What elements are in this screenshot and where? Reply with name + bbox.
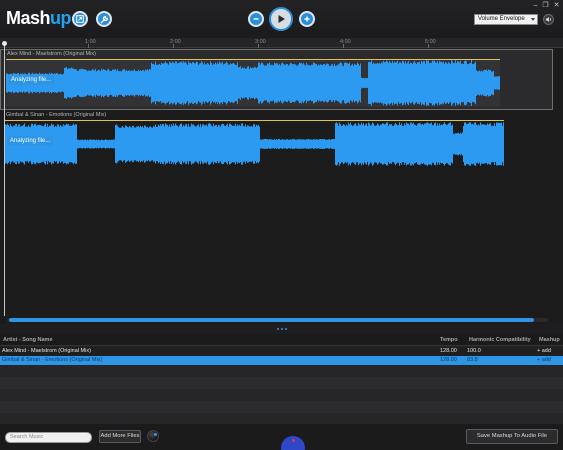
- add-to-mashup-button[interactable]: + add: [537, 347, 551, 356]
- tempo-cell: 128.00: [440, 348, 457, 354]
- save-mashup-button[interactable]: Save Mashup To Audio File: [466, 429, 558, 444]
- empty-row: [0, 401, 563, 413]
- volume-knob[interactable]: [147, 430, 159, 442]
- table-header: Artist - Song Name Tempo Harmonic Compat…: [0, 334, 563, 346]
- waveform: [6, 60, 500, 106]
- tick-mark: [258, 44, 259, 48]
- tick-label: 5:00: [425, 39, 436, 45]
- waveform-editor: 1:00 2:00 3:00 4:00 5:00 Alex Mind - Mae…: [0, 38, 563, 324]
- track-row[interactable]: Gimbal & Sinan - Emotions (Original Mix)…: [0, 111, 553, 172]
- analyzing-badge: Analyzing file...: [7, 136, 54, 146]
- tick-mark: [428, 44, 429, 48]
- toolbar: Mashup – ❐ ✕ Volume Envelope: [0, 0, 563, 38]
- song-table: Artist - Song Name Tempo Harmonic Compat…: [0, 334, 563, 424]
- column-header-tempo[interactable]: Tempo: [440, 337, 458, 343]
- harmonic-cell: 83.8: [467, 357, 478, 363]
- table-row[interactable]: Alex Mind - Maelstrom (Original Mix) 128…: [0, 347, 563, 356]
- playhead[interactable]: [4, 42, 5, 320]
- tick-label: 2:00: [170, 39, 181, 45]
- table-row[interactable]: Gimbal & Sinan - Emotions (Original Mix)…: [0, 356, 563, 365]
- add-more-files-label: Add More Files: [100, 433, 140, 439]
- track-title: Alex Mind - Maelstrom (Original Mix): [7, 51, 96, 57]
- grip-dot: [280, 328, 283, 330]
- save-mashup-label: Save Mashup To Audio File: [476, 433, 548, 439]
- scrollbar-thumb[interactable]: [9, 318, 534, 322]
- minimize-button[interactable]: –: [531, 2, 540, 9]
- empty-row: [0, 389, 563, 401]
- tempo-cell: 128.00: [440, 357, 457, 363]
- settings-button[interactable]: [96, 11, 112, 27]
- column-header-mashup[interactable]: Mashup: [539, 337, 560, 343]
- bottom-bar: Search Music Add More Files Save Mashup …: [0, 424, 563, 450]
- song-cell: Gimbal & Sinan - Emotions (Original Mix): [2, 357, 103, 363]
- analyzing-badge: Analyzing file...: [8, 75, 55, 85]
- empty-row: [0, 365, 563, 377]
- minus-icon: [253, 18, 259, 20]
- play-icon: [278, 15, 285, 23]
- export-icon: [76, 15, 84, 23]
- envelope-select-value: Volume Envelope: [478, 16, 525, 22]
- export-button[interactable]: [72, 11, 88, 27]
- add-to-mashup-button[interactable]: + add: [537, 356, 551, 365]
- tick-mark: [88, 44, 89, 48]
- waveform: [5, 122, 504, 166]
- tick-mark: [173, 44, 174, 48]
- tick-label: 3:00: [255, 39, 266, 45]
- tick-mark: [343, 44, 344, 48]
- speaker-icon: [545, 17, 551, 22]
- close-button[interactable]: ✕: [552, 2, 561, 9]
- song-cell: Alex Mind - Maelstrom (Original Mix): [2, 348, 91, 354]
- track-row[interactable]: Alex Mind - Maelstrom (Original Mix) Ana…: [0, 49, 553, 110]
- tick-label: 1:00: [85, 39, 96, 45]
- playhead-handle[interactable]: [2, 41, 7, 46]
- record-icon: [291, 439, 295, 442]
- volume-button[interactable]: [543, 14, 554, 25]
- plus-icon: [304, 16, 310, 22]
- wrench-icon: [100, 15, 108, 23]
- envelope-select[interactable]: Volume Envelope: [474, 14, 538, 25]
- panel-splitter[interactable]: [0, 324, 563, 334]
- column-header-song[interactable]: Artist - Song Name: [3, 337, 53, 343]
- record-button[interactable]: [281, 436, 305, 450]
- chevron-down-icon: [531, 18, 535, 21]
- timeline-ruler[interactable]: 1:00 2:00 3:00 4:00 5:00: [0, 38, 563, 48]
- grip-dot: [276, 328, 279, 330]
- volume-envelope-line[interactable]: [6, 59, 500, 60]
- play-button[interactable]: [269, 7, 293, 31]
- column-header-harmonic[interactable]: Harmonic Compatibility: [469, 337, 531, 343]
- horizontal-scrollbar[interactable]: [0, 316, 563, 324]
- empty-row: [0, 413, 563, 424]
- tick-label: 4:00: [340, 39, 351, 45]
- track-title: Gimbal & Sinan - Emotions (Original Mix): [6, 112, 107, 118]
- maximize-button[interactable]: ❐: [541, 2, 550, 9]
- zoom-out-button[interactable]: [248, 11, 264, 27]
- empty-row: [0, 377, 563, 389]
- zoom-in-button[interactable]: [299, 11, 315, 27]
- app-logo: Mashup: [6, 8, 72, 28]
- volume-envelope-line[interactable]: [5, 120, 504, 121]
- search-input[interactable]: Search Music: [5, 432, 92, 443]
- harmonic-cell: 100.0: [467, 348, 481, 354]
- grip-dot: [284, 328, 287, 330]
- search-placeholder: Search Music: [10, 434, 44, 440]
- add-more-files-button[interactable]: Add More Files: [99, 430, 141, 443]
